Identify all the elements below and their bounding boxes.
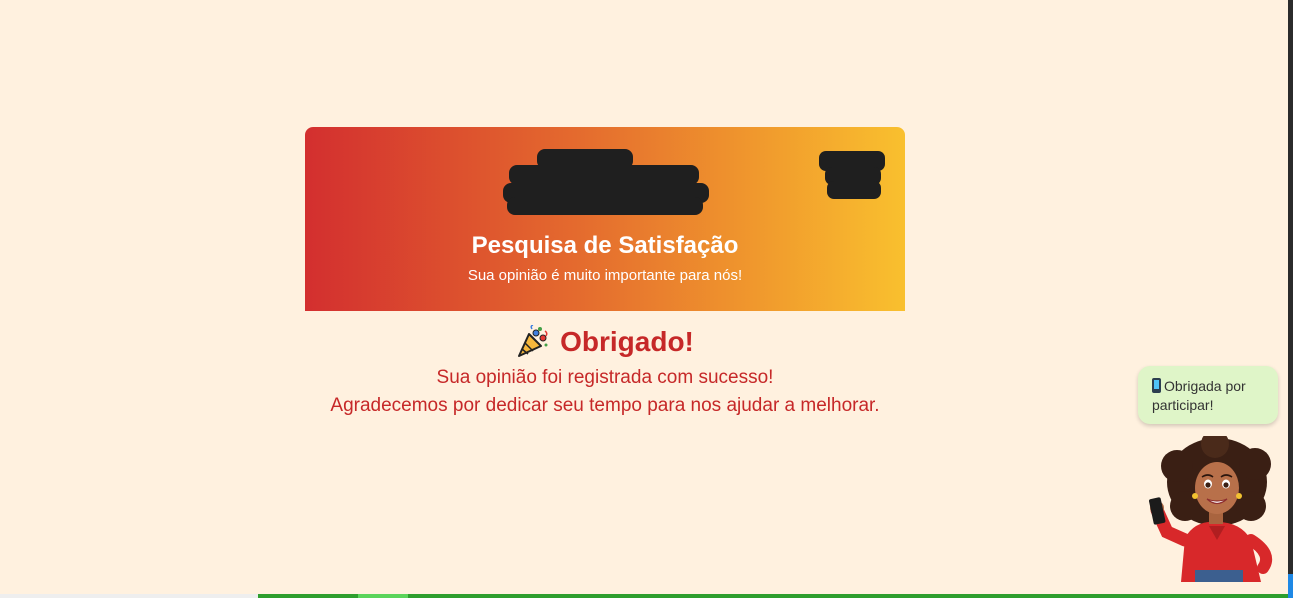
party-popper-icon: [518, 325, 548, 357]
thank-you-heading: Obrigado!: [305, 322, 905, 362]
gratitude-message: Agradecemos por dedicar seu tempo para n…: [330, 395, 880, 416]
thank-you-message: Obrigado! Sua opinião foi registrada com…: [305, 322, 905, 420]
badge-redacted: [817, 151, 887, 203]
progress-segment: [408, 594, 1288, 598]
assistant-bubble-text: Obrigada por participar!: [1152, 378, 1246, 413]
scrollbar-edge-accent: [1288, 574, 1293, 598]
progress-segment: [258, 594, 358, 598]
progress-segment-highlight: [358, 594, 408, 598]
assistant-speech-bubble: Obrigada por participar!: [1138, 366, 1278, 424]
survey-header-banner: Pesquisa de Satisfação Sua opinião é mui…: [305, 127, 905, 311]
mobile-phone-icon: [1152, 378, 1161, 393]
logo-redacted: [503, 149, 711, 215]
progress-bar: [0, 594, 1288, 598]
page-title: Pesquisa de Satisfação: [471, 232, 739, 259]
page-subtitle: Sua opinião é muito importante para nós!: [467, 267, 743, 284]
scrollbar-edge: [1288, 0, 1293, 598]
thank-you-title: Obrigado!: [560, 326, 694, 357]
assistant-avatar[interactable]: [1145, 436, 1283, 582]
success-message: Sua opinião foi registrada com sucesso!: [436, 367, 774, 388]
